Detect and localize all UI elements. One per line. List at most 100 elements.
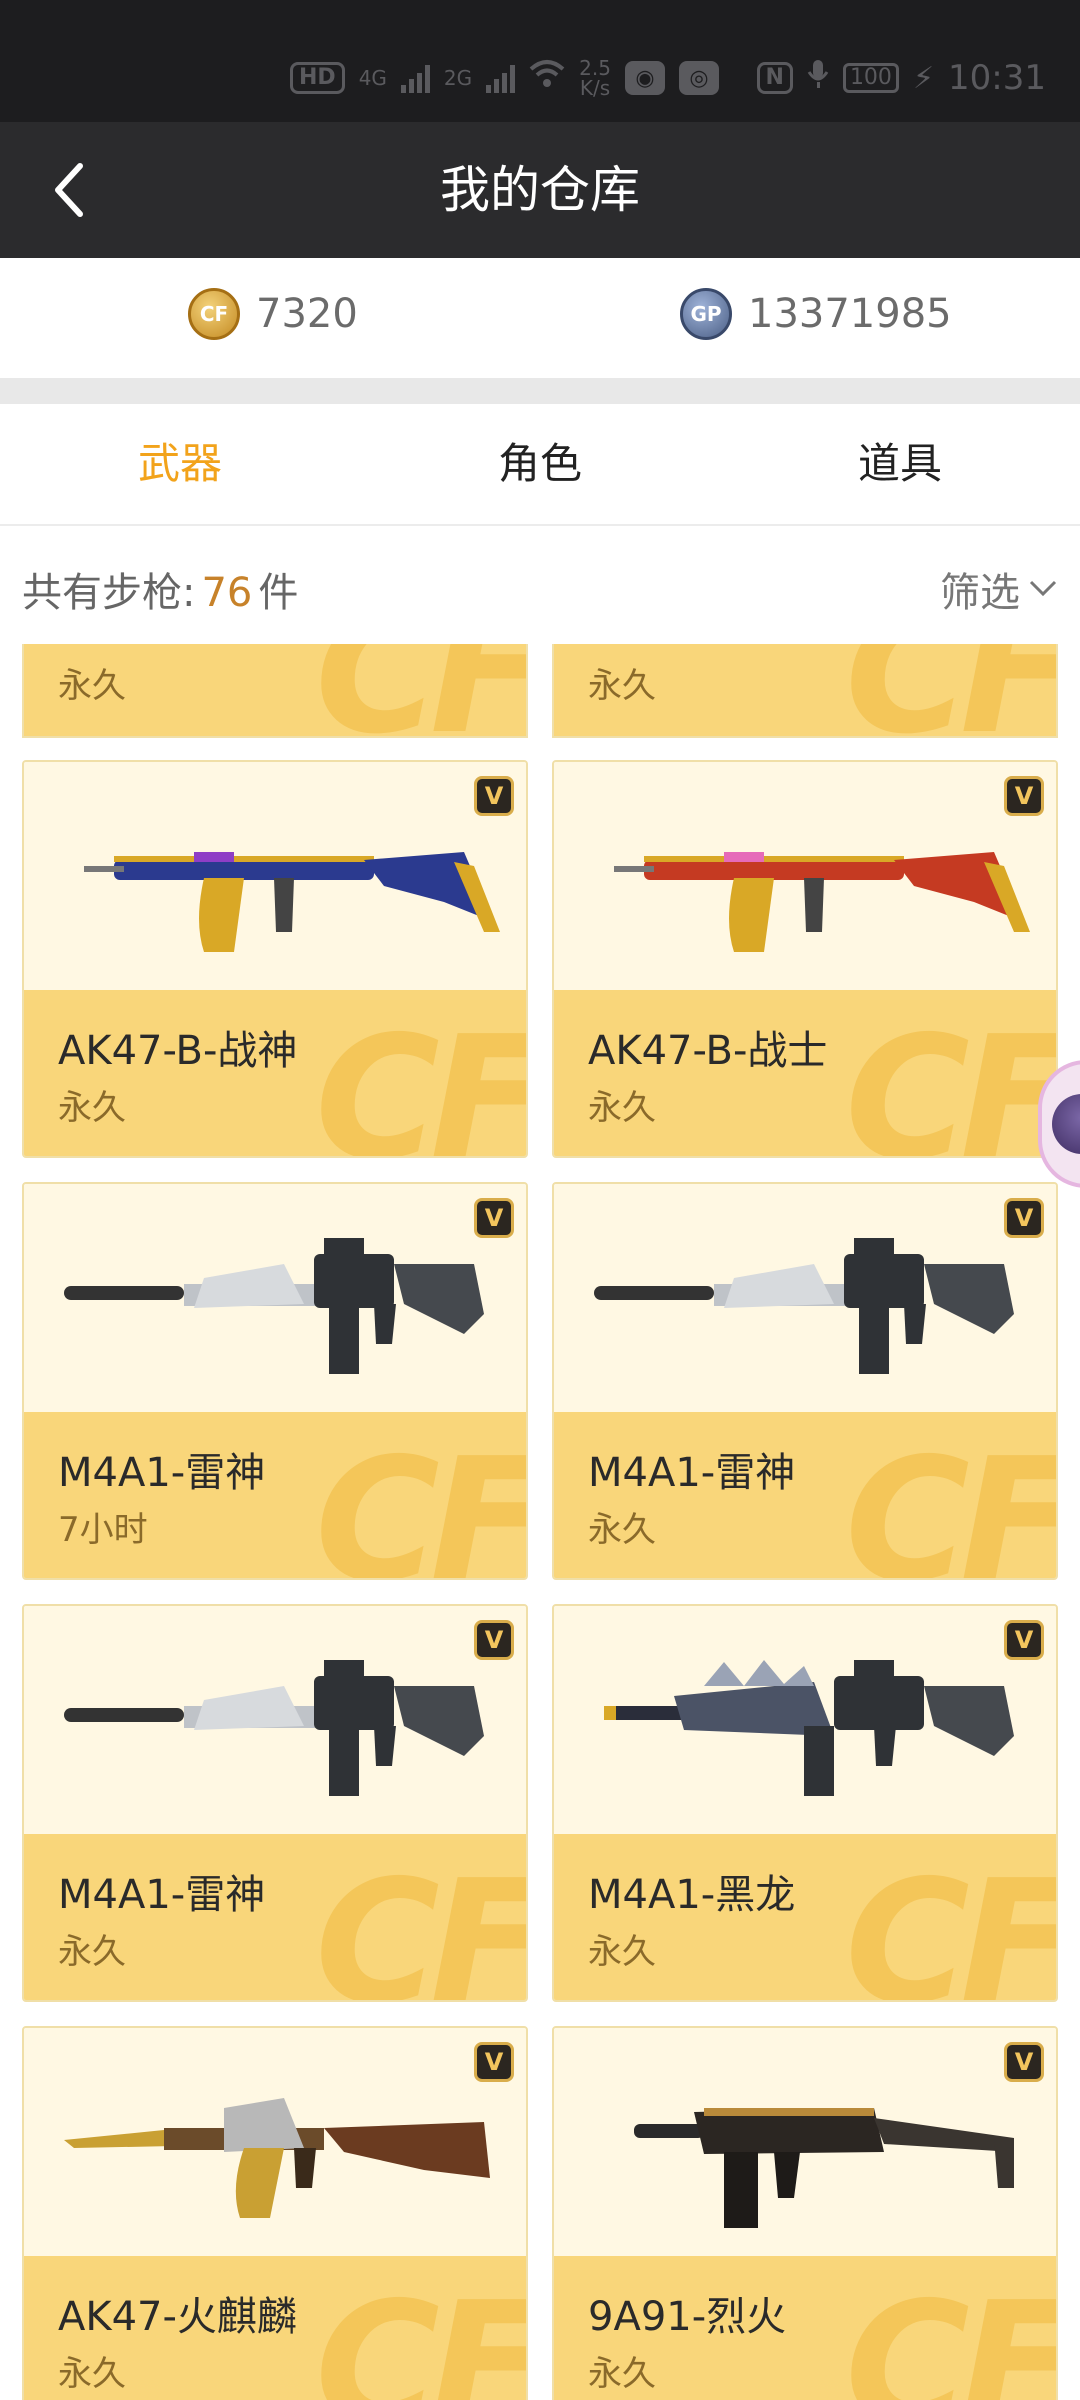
weapon-card[interactable]: V CF M4A1-雷神 永久 bbox=[22, 1604, 528, 2002]
cf-watermark: CF bbox=[845, 1844, 1056, 2002]
weapon-name: M4A1-黑龙 bbox=[588, 1872, 796, 1918]
cf-watermark: CF bbox=[845, 1422, 1056, 1580]
wifi-icon bbox=[529, 59, 565, 97]
chevron-down-icon bbox=[1029, 580, 1057, 597]
weapon-info: CF AK47-B-战神 永久 bbox=[24, 990, 526, 1158]
count-suffix: 件 bbox=[258, 570, 299, 616]
m4a1-dragon-gun-icon bbox=[604, 1660, 1014, 1796]
weapon-info: CF M4A1-雷神 永久 bbox=[24, 1834, 526, 2002]
weapon-image-area: V bbox=[24, 2028, 526, 2256]
weapon-card[interactable]: V CF AK47-火麒麟 永久 bbox=[22, 2026, 528, 2400]
weapon-duration: 永久 bbox=[588, 1932, 656, 1972]
vip-badge: V bbox=[1004, 1198, 1044, 1238]
weapon-card[interactable]: V CF M4A1-黑龙 永久 bbox=[552, 1604, 1058, 2002]
weapon-card-partial[interactable]: CF 永久 bbox=[22, 644, 528, 738]
nfc-icon: N bbox=[756, 62, 793, 94]
ak47-blue-gun-icon bbox=[84, 852, 500, 952]
weapon-name: M4A1-雷神 bbox=[58, 1872, 266, 1918]
cf-balance: CF 7320 bbox=[188, 288, 358, 340]
vip-badge: V bbox=[1004, 776, 1044, 816]
rifle-count-label: 共有步枪: 76 件 bbox=[22, 560, 298, 618]
weapon-info: CF 9A91-烈火 永久 bbox=[554, 2256, 1056, 2400]
9a91-smg-gun-icon bbox=[634, 2108, 1014, 2228]
cf-watermark: CF bbox=[315, 644, 526, 736]
status-bar: HD 4G 2G 2.5 K/s ◉ ◎ N 100 ⚡ 10:31 bbox=[0, 0, 1080, 122]
status-right: N 100 ⚡ 10:31 bbox=[756, 58, 1046, 98]
mic-icon bbox=[807, 58, 829, 98]
weapon-image-area: V bbox=[24, 762, 526, 990]
cf-watermark: CF bbox=[315, 1000, 526, 1158]
vip-badge: V bbox=[474, 1620, 514, 1660]
weapon-card[interactable]: V CF M4A1-雷神 7小时 bbox=[22, 1182, 528, 1580]
weapon-name: M4A1-雷神 bbox=[58, 1450, 266, 1496]
tab-items[interactable]: 道具 bbox=[720, 404, 1080, 524]
weapon-name: M4A1-雷神 bbox=[588, 1450, 796, 1496]
cf-watermark: CF bbox=[315, 1844, 526, 2002]
currency-row: CF 7320 GP 13371985 bbox=[0, 258, 1080, 378]
m4a1-silver-gun-icon bbox=[64, 1238, 484, 1374]
signal-icon bbox=[400, 63, 430, 93]
weapon-duration: 永久 bbox=[588, 1510, 656, 1550]
status-left: HD 4G 2G 2.5 K/s ◉ ◎ bbox=[290, 58, 719, 98]
signal2-icon bbox=[486, 63, 516, 93]
weapon-name: AK47-B-战士 bbox=[588, 1028, 828, 1074]
net-speed: 2.5 K/s bbox=[579, 58, 611, 98]
weapon-name: AK47-火麒麟 bbox=[58, 2294, 297, 2340]
app-notif2-icon: ◎ bbox=[678, 61, 719, 95]
weapon-duration: 永久 bbox=[58, 2354, 126, 2394]
count-number: 76 bbox=[201, 570, 253, 616]
weapon-card[interactable]: V CF 9A91-烈火 永久 bbox=[552, 2026, 1058, 2400]
weapon-card-partial[interactable]: CF 永久 bbox=[552, 644, 1058, 738]
cf-watermark: CF bbox=[845, 2266, 1056, 2400]
net2-label: 2G bbox=[443, 66, 473, 90]
cf-coin-icon: CF bbox=[188, 288, 240, 340]
weapon-card[interactable]: V CF M4A1-雷神 永久 bbox=[552, 1182, 1058, 1580]
weapon-duration: 永久 bbox=[588, 666, 656, 706]
weapon-info: CF AK47-B-战士 永久 bbox=[554, 990, 1056, 1158]
charging-icon: ⚡ bbox=[912, 60, 935, 96]
weapon-image-area: V bbox=[554, 1184, 1056, 1412]
filter-label: 筛选 bbox=[940, 570, 1020, 616]
weapon-name: AK47-B-战神 bbox=[58, 1028, 298, 1074]
weapon-card[interactable]: V CF AK47-B-战神 永久 bbox=[22, 760, 528, 1158]
tab-weapons[interactable]: 武器 bbox=[0, 404, 360, 524]
weapon-image-area: V bbox=[554, 1606, 1056, 1834]
weapon-image-area: V bbox=[554, 762, 1056, 990]
section-divider bbox=[0, 378, 1080, 404]
weapon-image-area: V bbox=[24, 1606, 526, 1834]
vip-badge: V bbox=[474, 776, 514, 816]
weapon-duration: 7小时 bbox=[58, 1510, 148, 1550]
weapon-duration: 永久 bbox=[58, 1932, 126, 1972]
cf-watermark: CF bbox=[845, 644, 1056, 736]
weapon-image-area: V bbox=[24, 1184, 526, 1412]
weapon-grid: CF 永久 CF 永久 V CF AK47-B-战神 永久 bbox=[0, 644, 1080, 2400]
weapon-info: CF M4A1-黑龙 永久 bbox=[554, 1834, 1056, 2002]
weapon-name: 9A91-烈火 bbox=[588, 2294, 787, 2340]
cf-watermark: CF bbox=[315, 1422, 526, 1580]
cf-watermark: CF bbox=[315, 2266, 526, 2400]
weapon-duration: 永久 bbox=[58, 1088, 126, 1128]
vip-badge: V bbox=[474, 1198, 514, 1238]
avatar bbox=[1052, 1094, 1080, 1154]
cf-watermark: CF bbox=[845, 1000, 1056, 1158]
m4a1-silver-gun-icon bbox=[64, 1660, 484, 1796]
tab-characters[interactable]: 角色 bbox=[360, 404, 720, 524]
weapon-info: CF AK47-火麒麟 永久 bbox=[24, 2256, 526, 2400]
count-prefix: 共有步枪: bbox=[22, 570, 196, 616]
gp-coin-icon: GP bbox=[680, 288, 732, 340]
clock: 10:31 bbox=[948, 58, 1046, 98]
weapon-info: CF M4A1-雷神 7小时 bbox=[24, 1412, 526, 1580]
weapon-image-area: V bbox=[554, 2028, 1056, 2256]
weapon-duration: 永久 bbox=[58, 666, 126, 706]
filter-button[interactable]: 筛选 bbox=[940, 560, 1058, 618]
category-tabs: 武器 角色 道具 bbox=[0, 404, 1080, 526]
net1-label: 4G bbox=[358, 66, 387, 90]
vip-badge: V bbox=[1004, 1620, 1044, 1660]
m4a1-silver-gun-icon bbox=[594, 1238, 1014, 1374]
inventory-summary: 共有步枪: 76 件 筛选 bbox=[0, 526, 1080, 644]
weapon-card[interactable]: V CF AK47-B-战士 永久 bbox=[552, 760, 1058, 1158]
battery-icon: 100 bbox=[842, 63, 899, 93]
gp-amount: 13371985 bbox=[748, 291, 952, 337]
ak47-red-gun-icon bbox=[614, 852, 1030, 952]
gp-balance: GP 13371985 bbox=[680, 288, 952, 340]
